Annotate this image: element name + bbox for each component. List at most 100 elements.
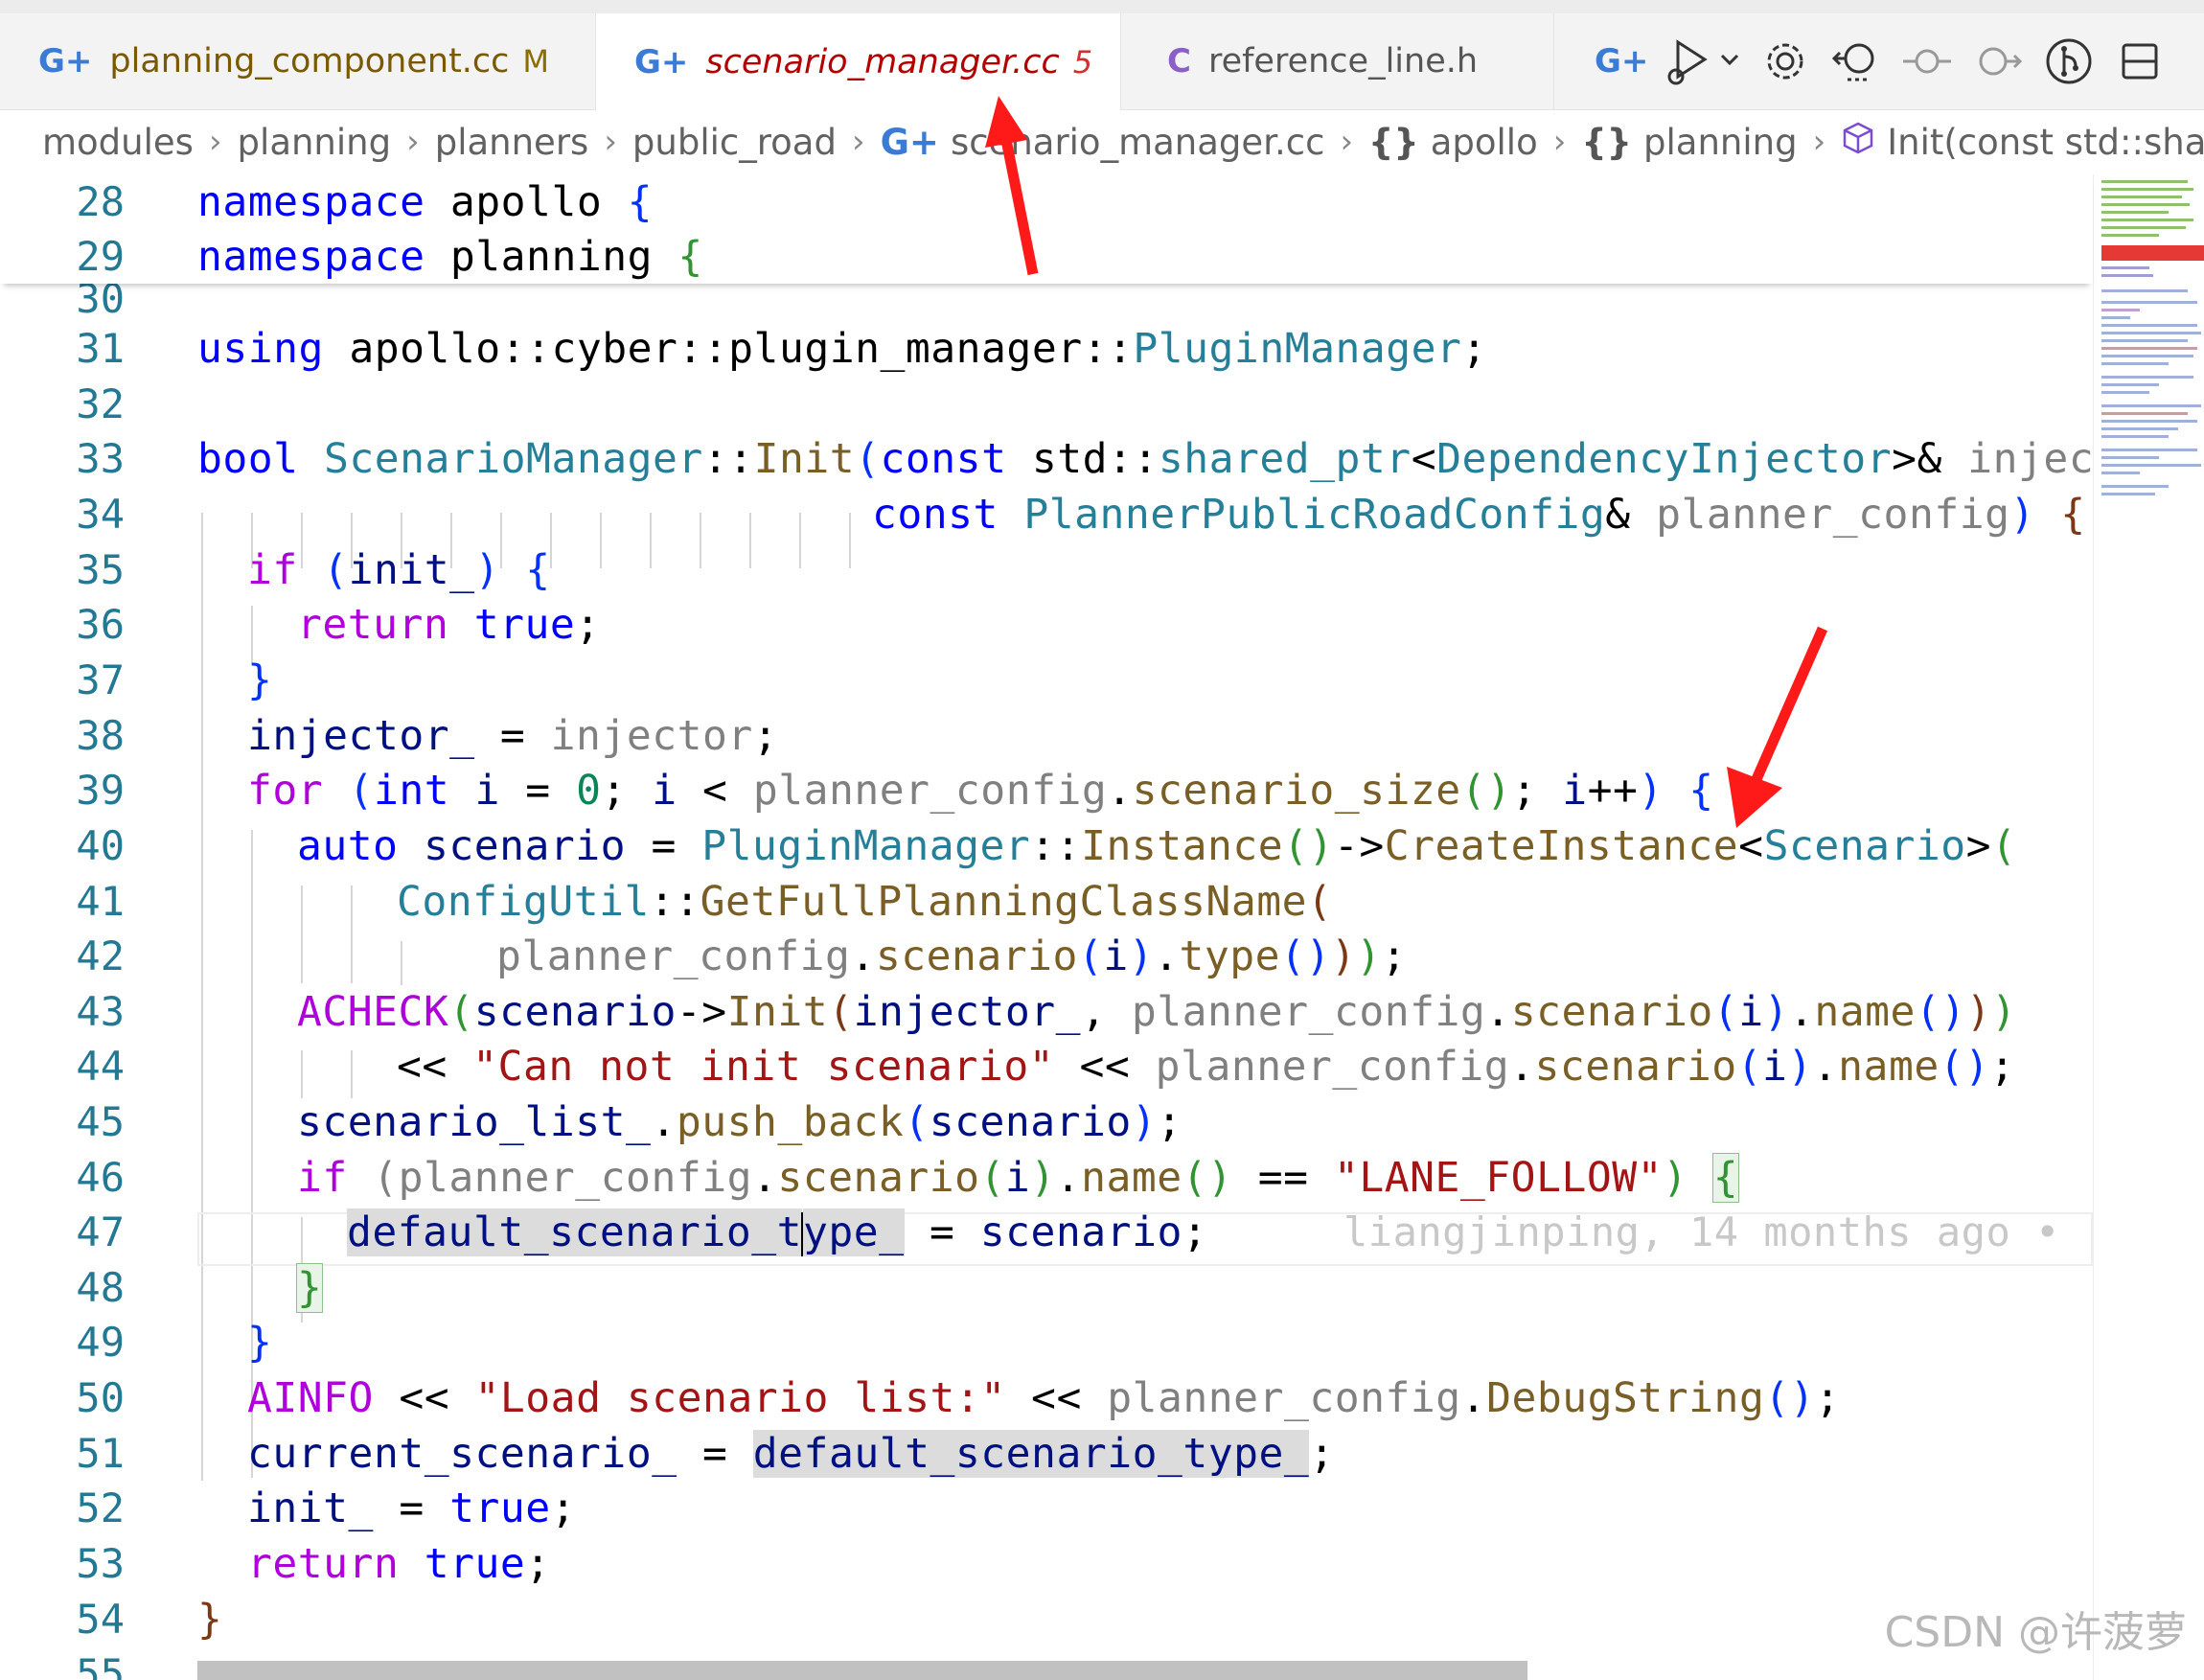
breadcrumb-item[interactable]: planning	[238, 122, 392, 163]
line-number: 28	[76, 178, 125, 226]
line-number: 43	[76, 988, 125, 1036]
line-number: 38	[76, 712, 125, 760]
go-forward-icon[interactable]	[1963, 26, 2033, 97]
minimap-line	[2101, 493, 2155, 495]
cpp-file-icon: G+	[1595, 42, 1649, 81]
line-number: 36	[76, 601, 125, 649]
minimap-line	[2101, 472, 2140, 474]
code-line: 43 ACHECK(scenario->Init(injector_, plan…	[0, 984, 2093, 1040]
tab-planning-component[interactable]: G+ planning_component.cc M	[0, 13, 596, 109]
horizontal-scrollbar[interactable]	[197, 1661, 1527, 1680]
minimap-line	[2101, 383, 2159, 386]
go-back-icon[interactable]	[1821, 26, 1892, 97]
code-text: planner_config.scenario(i).type()));	[496, 932, 1408, 980]
minimap-line	[2101, 180, 2188, 183]
code-text: namespace apollo {	[197, 177, 653, 226]
split-editor-icon[interactable]	[2104, 26, 2175, 97]
chevron-right-icon: ›	[604, 123, 617, 161]
line-number: 37	[76, 656, 125, 704]
code-line: 45 scenario_list_.push_back(scenario);	[0, 1094, 2093, 1150]
line-number: 54	[76, 1596, 125, 1644]
code-line: 31 using apollo::cyber::plugin_manager::…	[0, 321, 2093, 377]
tab-label: reference_line.h	[1207, 42, 1479, 81]
minimap-line	[2101, 316, 2130, 319]
tab-label: planning_component.cc	[109, 42, 510, 81]
editor-actions	[1658, 13, 2204, 109]
code-line: 42 planner_config.scenario(i).type()));	[0, 929, 2093, 984]
minimap-line	[2101, 274, 2153, 277]
breadcrumb-item[interactable]: planners	[435, 122, 589, 163]
minimap-line	[2101, 301, 2197, 304]
minimap-line	[2101, 219, 2193, 221]
line-number: 53	[76, 1540, 125, 1588]
minimap-line	[2101, 412, 2188, 415]
minimap-line	[2101, 376, 2193, 379]
modified-badge: M	[522, 43, 550, 80]
minimap-error-marker	[2101, 245, 2204, 261]
tabbar-top-strip	[0, 0, 2204, 13]
code-text: default_scenario_type_ = scenario;	[347, 1208, 1208, 1257]
code-editor[interactable]: 30 31 using apollo::cyber::plugin_manage…	[0, 174, 2093, 1680]
cpp-file-icon: G+	[38, 42, 93, 81]
code-text: injector_ = injector;	[247, 711, 779, 760]
code-line: 49 }	[0, 1315, 2093, 1370]
problems-count-badge: 5	[1072, 43, 1093, 81]
code-line: 48 }	[0, 1260, 2093, 1316]
breadcrumb-item[interactable]: planning	[1643, 122, 1798, 163]
tab-reference-line[interactable]: C reference_line.h	[1121, 13, 1554, 109]
code-line: 52 init_ = true;	[0, 1481, 2093, 1536]
minimap-line	[2101, 355, 2193, 357]
minimap-line	[2101, 324, 2197, 327]
breadcrumb-item[interactable]: modules	[42, 122, 194, 163]
code-text: scenario_list_.push_back(scenario);	[297, 1097, 1182, 1146]
code-text: }	[197, 1595, 223, 1644]
red-annotation-arrow	[1727, 626, 1828, 828]
breadcrumb-item[interactable]: public_road	[632, 122, 837, 163]
code-text: namespace planning {	[197, 232, 703, 281]
line-number: 46	[76, 1154, 125, 1202]
chevron-right-icon: ›	[1340, 123, 1354, 161]
minimap[interactable]	[2093, 174, 2204, 1680]
code-line: 35 if (init_) {	[0, 542, 2093, 598]
minimap-line	[2101, 203, 2190, 206]
code-text: using apollo::cyber::plugin_manager::Plu…	[197, 324, 1487, 373]
code-line: 54 }	[0, 1592, 2093, 1647]
minimap-line	[2101, 391, 2149, 394]
code-line: 44 << "Can not init scenario" << planner…	[0, 1039, 2093, 1094]
line-number: 34	[76, 491, 125, 539]
code-text: if (init_) {	[247, 545, 551, 594]
run-debug-icon[interactable]	[1658, 26, 1750, 97]
gear-icon[interactable]	[1750, 26, 1821, 97]
line-number: 48	[76, 1264, 125, 1312]
minimap-line	[2101, 449, 2197, 451]
red-annotation-arrow	[985, 96, 1039, 276]
minimap-line	[2101, 309, 2140, 311]
editor-tab-bar: G+ planning_component.cc M G+ scenario_m…	[0, 0, 2204, 110]
line-number: 52	[76, 1484, 125, 1532]
code-line: 32	[0, 377, 2093, 432]
tab-label: scenario_manager.cc	[705, 42, 1060, 81]
tab-overflow[interactable]: G+ l	[1554, 13, 1669, 109]
line-number: 41	[76, 878, 125, 926]
source-control-graph-icon[interactable]	[2033, 26, 2104, 97]
line-number: 40	[76, 822, 125, 870]
minimap-line	[2101, 339, 2188, 342]
method-cube-icon	[1841, 121, 1875, 164]
minimap-line	[2101, 289, 2188, 292]
minimap-line	[2101, 464, 2201, 467]
commit-icon[interactable]	[1892, 26, 1963, 97]
code-line: 30	[0, 275, 2093, 322]
breadcrumb-item[interactable]: Init(const std::shared_ptr<D	[1887, 122, 2204, 163]
minimap-line	[2101, 404, 2201, 407]
breadcrumb-item[interactable]: apollo	[1431, 122, 1538, 163]
chevron-right-icon: ›	[208, 123, 222, 161]
namespace-icon: {}	[1581, 121, 1633, 163]
line-number: 32	[76, 380, 125, 428]
code-text: bool ScenarioManager::Init(const std::sh…	[197, 434, 2093, 483]
code-line: 47 default_scenario_type_ = scenario; li…	[0, 1205, 2093, 1260]
code-text: return true;	[297, 600, 601, 649]
namespace-icon: {}	[1368, 121, 1419, 163]
code-line: 34 const PlannerPublicRoadConfig& planne…	[0, 487, 2093, 542]
code-text: }	[247, 1318, 273, 1367]
minimap-line	[2101, 266, 2149, 269]
